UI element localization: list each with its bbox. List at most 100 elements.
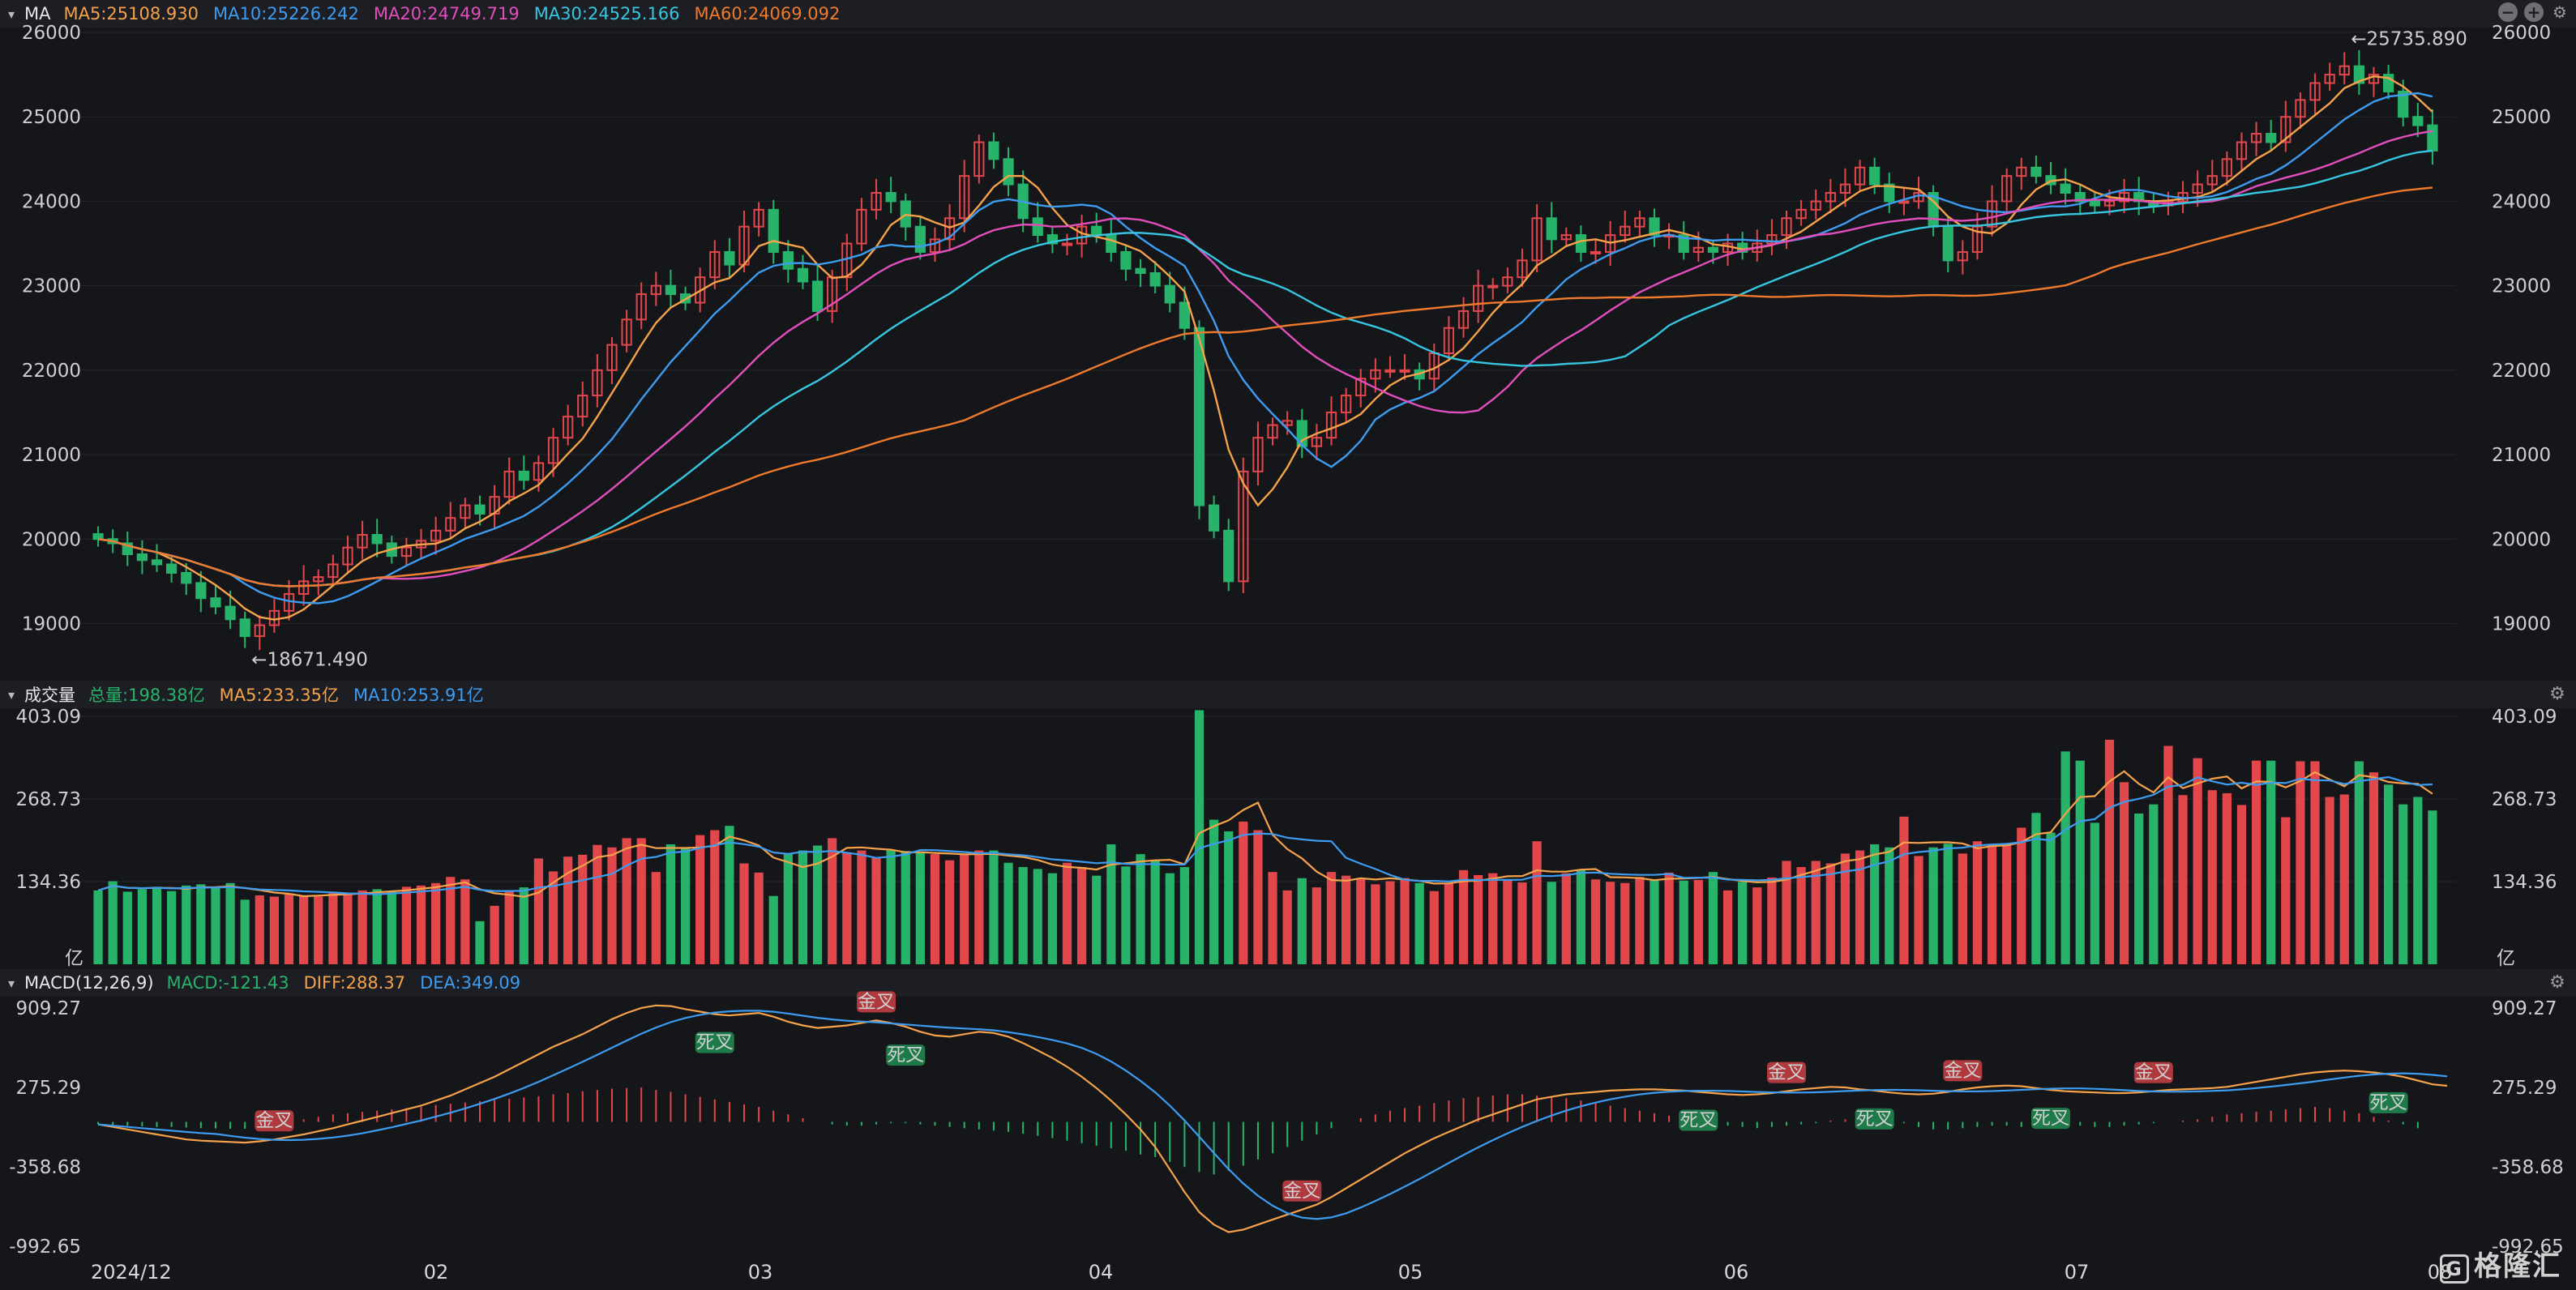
volume-bar bbox=[1150, 861, 1160, 964]
candle-body bbox=[2427, 124, 2438, 152]
volume-bar bbox=[1825, 863, 1835, 964]
volume-bar bbox=[1136, 854, 1145, 964]
candle-body bbox=[1869, 166, 1881, 186]
volume-bar bbox=[446, 877, 456, 964]
volume-bar bbox=[930, 854, 940, 964]
candle-body bbox=[797, 267, 809, 283]
volume-bar bbox=[343, 893, 353, 964]
volume-bar bbox=[1356, 878, 1366, 964]
volume-bar bbox=[622, 838, 631, 964]
volume-tick-label-right: 268.73 bbox=[2492, 789, 2557, 810]
volume-bar bbox=[1474, 874, 1483, 964]
candle-body bbox=[782, 250, 794, 270]
volume-bar bbox=[196, 884, 206, 964]
volume-bar bbox=[1752, 887, 1762, 964]
volume-bar bbox=[1312, 887, 1322, 964]
volume-bar bbox=[167, 891, 177, 964]
candle-body bbox=[166, 563, 178, 574]
price-tick-label-right: 24000 bbox=[2492, 191, 2551, 212]
candle-body bbox=[2412, 116, 2424, 126]
golden-cross-label: 金叉 bbox=[1283, 1181, 1320, 1202]
candle-body bbox=[1164, 284, 1175, 304]
volume-bar bbox=[1253, 830, 1263, 964]
volume-bar bbox=[284, 894, 294, 964]
candlestick-chart[interactable]: 19000 19000 20000 20000 21000 21000 22000 22000… bbox=[0, 0, 2576, 1290]
high-annotation: ←25735.890 bbox=[2351, 29, 2467, 50]
volume-bar bbox=[710, 830, 720, 964]
volume-bar bbox=[695, 835, 705, 964]
candle-body bbox=[1546, 217, 1557, 241]
death-cross-label: 死叉 bbox=[2370, 1092, 2407, 1113]
volume-bar bbox=[1722, 890, 1733, 964]
volume-bar bbox=[1870, 844, 1880, 964]
volume-bar bbox=[768, 895, 778, 964]
price-tick-label-right: 19000 bbox=[2492, 613, 2551, 634]
volume-bar bbox=[1899, 816, 1909, 964]
volume-bar bbox=[1738, 882, 1748, 964]
golden-cross-label: 金叉 bbox=[858, 991, 895, 1012]
volume-bar bbox=[1209, 819, 1219, 964]
volume-bar bbox=[2002, 844, 2012, 964]
volume-bar bbox=[1987, 844, 1997, 964]
macd-tick-label-left: -358.68 bbox=[9, 1157, 81, 1178]
volume-bar bbox=[1076, 867, 1087, 964]
volume-bar bbox=[93, 890, 103, 964]
volume-bar bbox=[1914, 856, 1923, 964]
volume-bar bbox=[2296, 761, 2305, 964]
x-tick-label: 07 bbox=[2065, 1261, 2090, 1284]
volume-bar bbox=[651, 872, 661, 964]
candle-body bbox=[518, 470, 529, 481]
volume-unit-label-right: 亿 bbox=[2497, 948, 2515, 969]
volume-bar bbox=[533, 858, 544, 964]
ma10-line bbox=[97, 92, 2433, 604]
volume-bar bbox=[475, 921, 485, 964]
volume-bar bbox=[108, 881, 118, 964]
candle-body bbox=[1399, 369, 1410, 373]
volume-bar bbox=[357, 890, 367, 964]
candle-body bbox=[1120, 250, 1132, 270]
volume-bar bbox=[504, 890, 514, 964]
volume-bar bbox=[1458, 869, 1469, 964]
volume-bar bbox=[2193, 758, 2202, 964]
logo-text: 格隆汇 bbox=[2474, 1250, 2561, 1283]
death-cross-label: 死叉 bbox=[887, 1044, 924, 1066]
price-tick-label-right: 26000 bbox=[2492, 23, 2551, 44]
volume-bar bbox=[871, 856, 881, 964]
volume-bar bbox=[974, 850, 984, 964]
volume-bar bbox=[1679, 880, 1688, 964]
candle-body bbox=[988, 141, 999, 160]
x-tick-label: 05 bbox=[1398, 1261, 1423, 1284]
volume-bar bbox=[211, 887, 220, 964]
volume-bar bbox=[989, 850, 999, 964]
candle-body bbox=[1575, 234, 1587, 253]
volume-bar bbox=[2383, 784, 2394, 964]
volume-bar bbox=[1429, 891, 1439, 964]
price-tick-label-left: 25000 bbox=[22, 107, 81, 128]
candle-body bbox=[811, 280, 824, 312]
volume-bar bbox=[2325, 797, 2334, 964]
volume-bar bbox=[1414, 882, 1424, 964]
candle-body bbox=[1384, 369, 1396, 373]
volume-bar bbox=[314, 896, 323, 964]
volume-bar bbox=[1018, 867, 1028, 964]
volume-bar bbox=[739, 863, 749, 964]
price-tick-label-left: 24000 bbox=[22, 191, 81, 212]
ma5-line bbox=[97, 75, 2433, 621]
volume-bar bbox=[1664, 872, 1674, 964]
volume-bar bbox=[725, 826, 734, 964]
candle-body bbox=[1135, 267, 1146, 274]
volume-bar bbox=[255, 895, 264, 964]
candle-body bbox=[136, 553, 148, 562]
candle-body bbox=[1149, 272, 1161, 287]
volume-bar bbox=[857, 850, 867, 964]
volume-bar bbox=[1620, 882, 1630, 964]
volume-bar bbox=[328, 891, 338, 964]
volume-bar bbox=[1561, 873, 1571, 964]
volume-bar bbox=[1385, 881, 1395, 964]
macd-tick-label-left: 275.29 bbox=[16, 1078, 81, 1099]
x-tick-label: 02 bbox=[424, 1261, 449, 1284]
price-tick-label-left: 20000 bbox=[22, 529, 81, 550]
volume-bar bbox=[519, 887, 528, 964]
volume-bar bbox=[1693, 879, 1703, 964]
volume-bar bbox=[269, 896, 280, 964]
